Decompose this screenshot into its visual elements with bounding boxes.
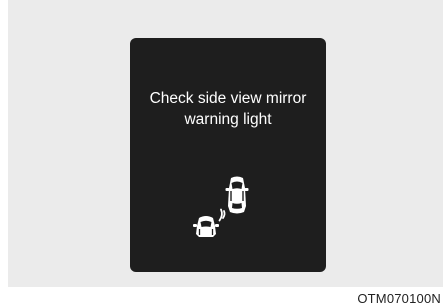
rear-car-icon	[193, 216, 219, 237]
host-car-icon	[225, 176, 249, 214]
cluster-display: Check side view mirror warning light	[130, 38, 326, 272]
warning-message-line-1: Check side view mirror	[149, 90, 307, 107]
figure-code: OTM070100N	[357, 291, 441, 306]
warning-wave-icon	[218, 208, 226, 222]
warning-message-line-2: warning light	[184, 111, 272, 128]
blind-spot-warning-icon	[190, 174, 256, 238]
warning-message: Check side view mirror warning light	[130, 88, 326, 130]
